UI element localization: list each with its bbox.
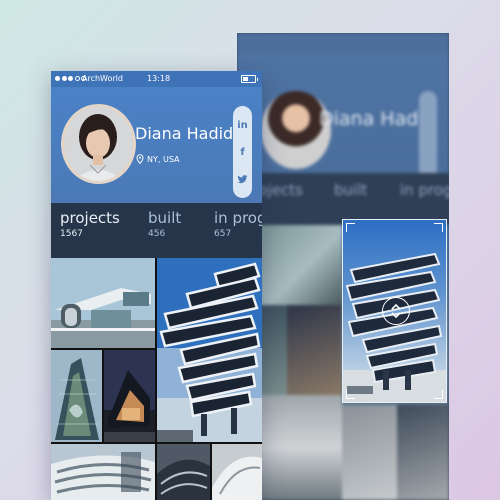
status-time: 13:18 xyxy=(147,74,171,83)
background-gallery-tile xyxy=(397,405,449,500)
stat-value: 657 xyxy=(214,229,232,239)
background-status-bar xyxy=(237,33,449,53)
facebook-icon[interactable]: f xyxy=(240,147,244,158)
gallery-tile[interactable] xyxy=(51,444,155,500)
stat-value: 456 xyxy=(148,229,166,239)
stats-bar: projects 1567 built 456 in progress 657 xyxy=(51,203,262,258)
stat-label: in progress xyxy=(214,209,262,227)
background-avatar xyxy=(261,91,331,169)
background-stat-label-built: built xyxy=(334,181,368,199)
gallery-tile[interactable] xyxy=(157,444,210,500)
linkedin-icon[interactable]: in xyxy=(237,120,248,131)
expand-icon[interactable] xyxy=(382,297,410,325)
social-links: in f xyxy=(233,106,252,198)
location-text: NY, USA xyxy=(147,154,180,164)
twitter-icon[interactable] xyxy=(237,174,248,184)
frame-corner xyxy=(434,223,443,232)
stat-built[interactable]: built 456 xyxy=(148,209,181,239)
background-social-pill xyxy=(419,91,437,179)
selected-photo-preview[interactable] xyxy=(342,219,447,403)
profile-location: NY, USA xyxy=(136,154,180,164)
frame-corner xyxy=(346,223,355,232)
background-gallery-tile xyxy=(287,305,342,395)
status-bar: ArchWorld 13:18 xyxy=(51,71,262,87)
frame-corner xyxy=(346,390,355,399)
gallery-tile[interactable] xyxy=(157,258,262,442)
gallery-tile[interactable] xyxy=(212,444,262,500)
project-gallery xyxy=(51,258,262,500)
avatar[interactable] xyxy=(61,104,136,184)
stat-projects[interactable]: projects 1567 xyxy=(60,209,120,239)
gallery-tile[interactable] xyxy=(51,350,102,442)
background-stat-label-in-progress: in progress xyxy=(400,181,449,199)
background-stats-bar: projects built in progress xyxy=(237,173,449,225)
profile-name: Diana Hadid xyxy=(135,124,234,143)
battery-icon xyxy=(241,75,258,83)
phone-screen: ArchWorld 13:18 Diana Hadid NY, USA in f… xyxy=(51,71,262,500)
frame-corner xyxy=(434,390,443,399)
stat-value: 1567 xyxy=(60,229,83,239)
stat-in-progress[interactable]: in progress 657 xyxy=(214,209,262,239)
location-pin-icon xyxy=(136,154,144,164)
stat-label: projects xyxy=(60,209,120,227)
background-gallery-tile xyxy=(342,405,397,500)
gallery-tile[interactable] xyxy=(51,258,155,348)
carrier-name: ArchWorld xyxy=(82,74,123,83)
gallery-tile[interactable] xyxy=(104,350,155,442)
stat-label: built xyxy=(148,209,182,227)
